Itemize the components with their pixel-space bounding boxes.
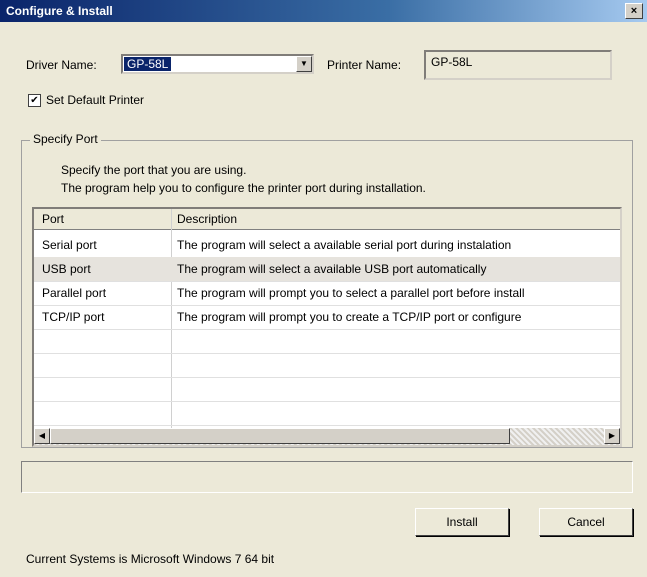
chevron-down-icon[interactable]: ▼ (296, 56, 312, 72)
description-cell: The program will prompt you to select a … (177, 286, 525, 300)
progress-bar (21, 461, 633, 493)
description-cell: The program will prompt you to create a … (177, 310, 522, 324)
port-list[interactable]: Port Description Serial port The program… (32, 207, 622, 447)
horizontal-scrollbar[interactable]: ◀ ▶ (34, 428, 620, 445)
status-text: Current Systems is Microsoft Windows 7 6… (26, 552, 275, 566)
set-default-printer-label: Set Default Printer (46, 93, 145, 107)
scroll-left-icon[interactable]: ◀ (34, 428, 50, 444)
empty-row (34, 401, 620, 426)
driver-name-value: GP-58L (124, 57, 172, 71)
specify-port-text-1: Specify the port that you are using. (61, 163, 247, 177)
close-button[interactable]: × (625, 3, 643, 19)
port-cell: Parallel port (42, 286, 107, 300)
specify-port-title: Specify Port (30, 132, 101, 146)
scroll-right-icon[interactable]: ▶ (604, 428, 620, 444)
window-title: Configure & Install (6, 4, 113, 18)
driver-name-select[interactable]: GP-58L ▼ (121, 54, 314, 74)
description-cell: The program will select a available seri… (177, 238, 512, 252)
port-cell: USB port (42, 262, 91, 276)
empty-row (34, 353, 620, 378)
header-port[interactable]: Port (42, 212, 64, 226)
cancel-button[interactable]: Cancel (539, 508, 633, 536)
printer-name-field[interactable]: GP-58L (424, 50, 612, 80)
list-item[interactable]: Parallel port The program will prompt yo… (34, 281, 620, 306)
scroll-thumb[interactable] (50, 428, 510, 444)
set-default-printer-checkbox[interactable]: ✔ (28, 94, 41, 107)
description-cell: The program will select a available USB … (177, 262, 487, 276)
printer-name-label: Printer Name: (327, 58, 402, 72)
list-header: Port Description (34, 209, 620, 230)
header-description[interactable]: Description (177, 212, 237, 226)
driver-name-label: Driver Name: (26, 58, 97, 72)
empty-row (34, 377, 620, 402)
empty-row (34, 329, 620, 354)
port-cell: Serial port (42, 238, 97, 252)
title-bar: Configure & Install × (0, 0, 647, 22)
list-item[interactable]: Serial port The program will select a av… (34, 233, 620, 258)
port-cell: TCP/IP port (42, 310, 105, 324)
install-button[interactable]: Install (415, 508, 509, 536)
list-item[interactable]: TCP/IP port The program will prompt you … (34, 305, 620, 330)
specify-port-text-2: The program help you to configure the pr… (61, 181, 426, 195)
list-item[interactable]: USB port The program will select a avail… (34, 257, 620, 282)
